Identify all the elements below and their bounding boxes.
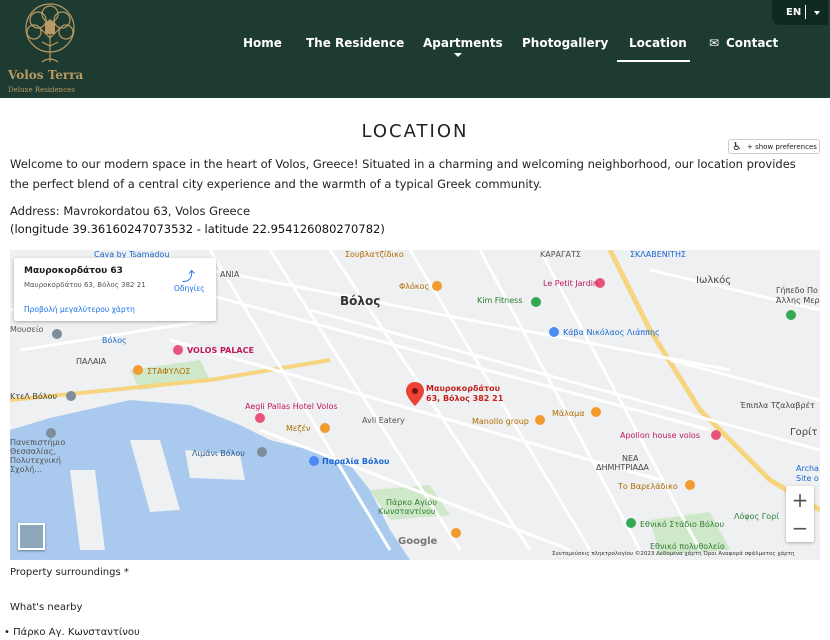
map-label-kim: Kim Fitness	[477, 296, 523, 305]
map-label-mezen: Μεζέν	[286, 424, 311, 433]
address-text: Address: Mavrokordatou 63, Volos Greece	[10, 204, 251, 218]
google-map[interactable]: Βόλος ΚΑΡΑΓΑΤΣ Ιωλκός VOLOS PALACE Aegli…	[10, 250, 820, 560]
map-card-title: Μαυροκορδάτου 63	[24, 266, 123, 276]
map-label-panepistimio: Πανεπιστήμιο Θεσσαλίας, Πολυτεχνική Σχολ…	[10, 438, 66, 474]
map-label-paralia: Παραλία Βόλου	[322, 457, 390, 466]
nearby-heading: What's nearby	[10, 602, 83, 613]
brand-name: Volos Terra	[8, 68, 84, 82]
pin-label-line-1: Μαυροκορδάτου	[426, 384, 500, 393]
map-satellite-toggle[interactable]	[18, 523, 45, 550]
surroundings-heading: Property surroundings *	[10, 567, 129, 578]
language-label: EN	[786, 7, 802, 18]
map-label-stafylos: ΣΤΑΦΥΛΟΣ	[147, 367, 191, 376]
map-label-malama: Μάλαμα	[552, 409, 585, 418]
map-label-lofos: Λόφος Γορί	[734, 512, 779, 521]
map-label-nea: ΝΕΑ	[622, 454, 639, 463]
directions-icon[interactable]: ⤴	[182, 266, 195, 285]
nav-contact[interactable]: Contact	[726, 36, 778, 50]
google-logo: Google	[398, 536, 438, 547]
map-label-archa: Archa	[796, 464, 819, 473]
map-label-ktel: ΚτεΛ Βόλου	[10, 392, 58, 401]
nav-active-indicator	[617, 60, 690, 62]
map-card-address: Μαυροκορδάτου 63, Βόλος 382 21	[24, 281, 146, 289]
map-label-volos: Βόλος	[340, 294, 381, 308]
map-label-ekpaideutirio: ΣΚΛΑΒΕΝΙΤΗΣ	[630, 250, 687, 259]
page-title: LOCATION	[361, 121, 469, 142]
zoom-out-button[interactable]: −	[786, 516, 814, 540]
nav-apartments[interactable]: Apartments	[423, 36, 503, 50]
apartments-caret-icon	[454, 53, 462, 57]
zoom-in-button[interactable]: +	[786, 488, 814, 512]
map-label-ethniko: Εθνικό Στάδιο Βόλου	[640, 520, 725, 529]
envelope-icon: ✉	[709, 36, 720, 50]
language-divider	[805, 5, 806, 19]
nearby-item-label: Πάρκο Αγ. Κωνσταντίνου	[13, 627, 140, 638]
language-selector[interactable]: EN	[772, 0, 828, 25]
map-label-souvlatzidiko: Σουβλατζίδικο	[345, 250, 404, 259]
accessibility-preferences-button[interactable]: ♿ + show preferences	[728, 139, 820, 154]
map-label-gipedo: Γήπεδο Πο	[776, 286, 818, 295]
nav-location[interactable]: Location	[629, 36, 687, 50]
coordinates-text: (longitude 39.36160247073532 - latitude …	[10, 222, 385, 236]
directions-link[interactable]: Οδηγίες	[174, 284, 205, 293]
map-label-apollon: Apollon house volos	[620, 431, 700, 440]
map-label-dimitriada: ΔΗΜΗΤΡΙΑΔΑ	[596, 463, 649, 472]
map-label-gorit: Γορίτ	[790, 427, 818, 438]
nav-residence[interactable]: The Residence	[306, 36, 404, 50]
map-label-park-2: Κωνσταντίνου	[378, 507, 436, 516]
chevron-down-icon	[814, 11, 820, 15]
map-label-ethniko-2: Εθνικό πολυθολείο	[650, 542, 725, 551]
map-label-to-varelakio: Το Βαρελάδικο	[618, 482, 678, 491]
map-label-aegli: Aegli Pallas Hotel Volos	[245, 402, 338, 411]
map-label-mouseio: Μουσείο	[10, 325, 44, 334]
intro-text: Welcome to our modern space in the heart…	[10, 157, 796, 191]
tree-logo-icon	[25, 3, 75, 63]
map-label-manollo: Manollo group	[472, 417, 529, 426]
map-label-park: Πάρκο Αγίου	[386, 498, 437, 507]
map-label-volos-2: Βόλος	[102, 336, 127, 345]
map-label-palaia: ΠΑΛΑΙΑ	[76, 357, 107, 366]
accessibility-label: + show preferences	[747, 143, 817, 151]
site-logo[interactable]: Volos Terra Deluxe Residences	[8, 2, 92, 94]
map-label-epipla: Έπιπλα Τζαλαβρέτ	[740, 401, 815, 410]
map-label-site: Site o	[796, 474, 819, 483]
nav-home[interactable]: Home	[243, 36, 282, 50]
map-label-le-petit: Le Petit Jardin	[543, 279, 599, 288]
nav-photogallery[interactable]: Photogallery	[522, 36, 608, 50]
map-label-karagats: ΚΑΡΑΓΑΤΣ	[540, 250, 581, 259]
pin-label-line-2: 63, Βόλος 382 21	[426, 394, 504, 403]
map-label-ania: ΑΝΙΑ	[220, 270, 240, 279]
map-info-card: Μαυροκορδάτου 63 Μαυροκορδάτου 63, Βόλος…	[14, 258, 216, 321]
map-zoom-control: + −	[786, 486, 814, 542]
map-label-kava: Κάβα Νικόλαος Λιάππης	[563, 328, 660, 337]
map-label-iolkos: Ιωλκός	[696, 275, 732, 286]
map-label-limani: Λιμάνι Βόλου	[192, 449, 245, 458]
map-label-flokos: Φλόκος	[399, 282, 430, 291]
map-label-avli: Avli Eatery	[362, 416, 405, 425]
map-label-volos-palace: VOLOS PALACE	[187, 346, 254, 355]
wheelchair-icon: ♿	[732, 140, 742, 153]
map-label-allis: Άλλης Μερ	[776, 296, 820, 305]
site-header: Volos Terra Deluxe Residences Home The R…	[0, 0, 830, 98]
list-item: • Πάρκο Αγ. Κωνσταντίνου	[4, 627, 140, 638]
view-larger-map-link[interactable]: Προβολή μεγαλύτερου χάρτη	[24, 305, 135, 314]
brand-subtitle: Deluxe Residences	[8, 86, 75, 94]
map-attribution[interactable]: Συντομεύσεις πληκτρολογίου ©2023 Δεδομέν…	[552, 551, 794, 557]
